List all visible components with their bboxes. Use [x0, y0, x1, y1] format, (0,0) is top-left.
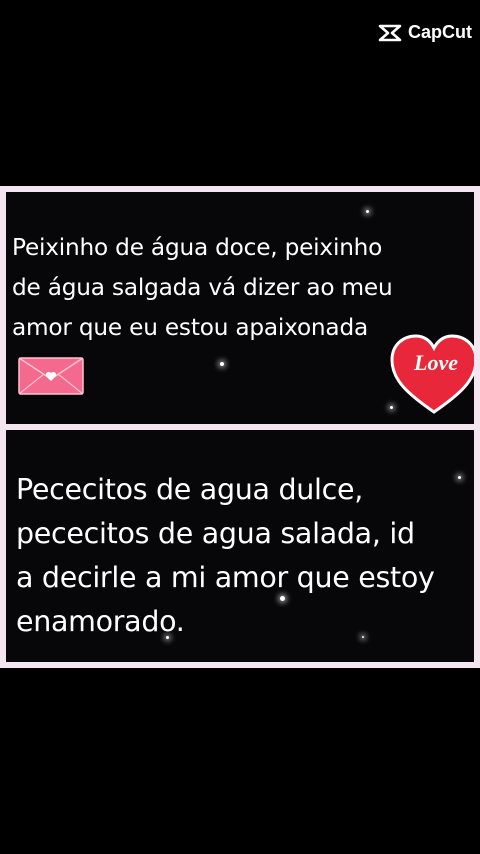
- love-sticker-text: Love: [413, 350, 458, 375]
- sparkle: [366, 210, 369, 213]
- watermark-text: CapCut: [408, 22, 472, 42]
- lyrics-line: Peixinho de água doce, peixinho: [12, 234, 383, 261]
- spanish-lyrics: Pececitos de agua dulce, pececitos de ag…: [16, 468, 466, 644]
- lyrics-line: de água salgada vá dizer ao meu: [12, 274, 393, 301]
- lyrics-line: enamorado.: [16, 605, 185, 638]
- spanish-text-panel: Pececitos de agua dulce, pececitos de ag…: [6, 430, 474, 662]
- sparkle: [220, 362, 224, 366]
- love-heart-sticker: Love: [390, 334, 474, 414]
- lyrics-line: a decirle a mi amor que estoy: [16, 561, 435, 594]
- audio-waveform-icon: [168, 702, 312, 738]
- portuguese-text-panel: Peixinho de água doce, peixinho de água …: [6, 192, 474, 424]
- envelope-heart-icon: [18, 357, 84, 395]
- portuguese-lyrics: Peixinho de água doce, peixinho de água …: [12, 228, 462, 348]
- capcut-logo-icon: [378, 24, 402, 41]
- capcut-watermark: CapCut: [378, 22, 472, 43]
- lyrics-line: Pececitos de agua dulce,: [16, 473, 363, 506]
- lyrics-line: pececitos de agua salada, id: [16, 517, 415, 550]
